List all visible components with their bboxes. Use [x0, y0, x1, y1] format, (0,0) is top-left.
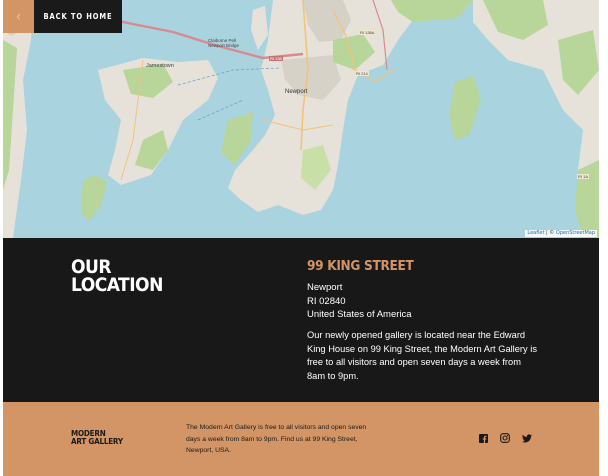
location-description: Our newly opened gallery is located near… — [307, 330, 537, 381]
map-label-bridge: Claiborne Pell Newport Bridge — [208, 38, 240, 48]
twitter-icon[interactable] — [521, 432, 533, 444]
back-to-home-button[interactable]: BACK TO HOME — [34, 0, 122, 33]
map-tiles[interactable] — [3, 0, 599, 238]
address-block: Newport RI 02840 United States of Americ… — [307, 281, 412, 322]
address-country: United States of America — [307, 309, 412, 320]
footer: MODERN ART GALLERY The Modern Art Galler… — [3, 402, 599, 476]
logo-line2: ART GALLERY — [71, 437, 123, 446]
openstreetmap-link[interactable]: OpenStreetMap — [556, 230, 595, 236]
section-title-line2: LOCATION — [71, 274, 163, 296]
page: Jamestown Claiborne Pell Newport Bridge … — [3, 0, 599, 476]
map-label-ri138a: RI 138A — [359, 30, 376, 35]
address-city: Newport — [307, 282, 343, 293]
back-to-home-nav: ‹ BACK TO HOME — [3, 0, 122, 33]
instagram-icon[interactable] — [499, 432, 511, 444]
social-links — [477, 432, 533, 444]
map-label-jamestown: Jamestown — [146, 63, 174, 69]
section-title: OUR LOCATION — [71, 258, 163, 296]
footer-logo[interactable]: MODERN ART GALLERY — [71, 430, 123, 446]
leaflet-link[interactable]: Leaflet — [527, 230, 544, 236]
address-state-zip: RI 02840 — [307, 295, 346, 307]
map-attribution: Leaflet | © OpenStreetMap — [525, 230, 597, 237]
location-section: OUR LOCATION 99 KING STREET Newport RI 0… — [3, 238, 599, 402]
back-arrow-button[interactable]: ‹ — [3, 0, 34, 33]
chevron-left-icon: ‹ — [15, 8, 22, 25]
attribution-separator: | © — [544, 230, 556, 236]
map-label-ri214: RI 214 — [355, 71, 369, 76]
map-label-ri138: RI 138 — [269, 56, 283, 61]
map-label-newport: Newport — [285, 89, 308, 95]
footer-text: The Modern Art Gallery is free to all vi… — [186, 424, 367, 454]
street-heading: 99 KING STREET — [307, 258, 414, 274]
map[interactable]: Jamestown Claiborne Pell Newport Bridge … — [3, 0, 599, 238]
facebook-icon[interactable] — [477, 432, 489, 444]
map-label-ri1a: RI 1A — [577, 174, 590, 179]
